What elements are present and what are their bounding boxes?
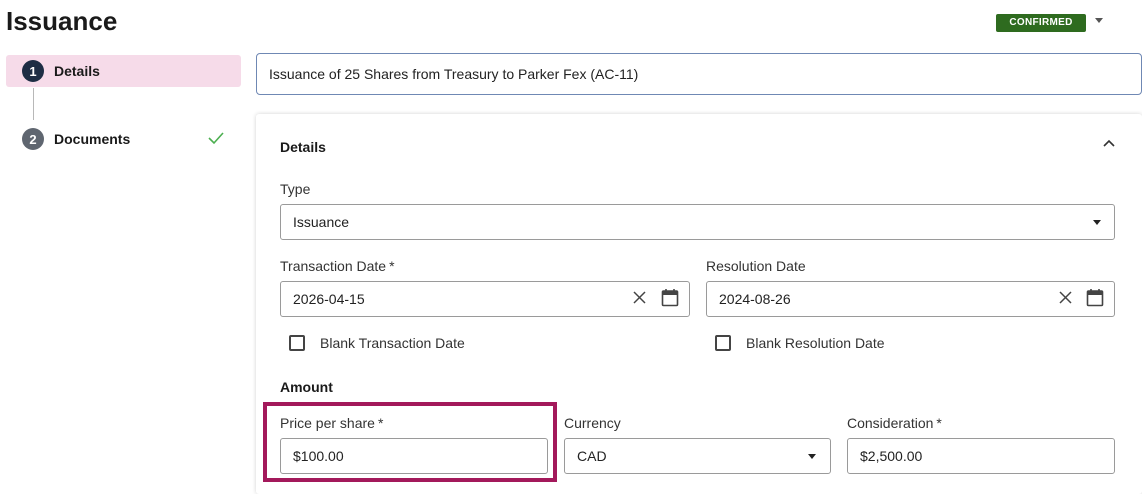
type-label: Type: [280, 181, 311, 197]
step-connector: [33, 88, 34, 120]
type-select[interactable]: Issuance: [280, 204, 1115, 240]
status-dropdown-caret-icon[interactable]: [1095, 18, 1103, 23]
step-number: 1: [22, 60, 44, 82]
price-per-share-field[interactable]: [280, 438, 548, 474]
caret-down-icon: [1093, 220, 1101, 225]
step-number: 2: [22, 128, 44, 150]
consideration-input[interactable]: [860, 448, 1114, 464]
caret-down-icon: [808, 454, 816, 459]
transaction-date-field[interactable]: [280, 281, 690, 317]
step-documents[interactable]: 2 Documents: [6, 123, 241, 155]
resolution-date-label: Resolution Date: [706, 258, 806, 274]
price-per-share-input[interactable]: [293, 448, 547, 464]
step-details[interactable]: 1 Details: [6, 55, 241, 87]
step-label: Details: [54, 63, 100, 79]
blank-resolution-date-label[interactable]: Blank Resolution Date: [746, 335, 885, 351]
check-icon: [208, 132, 224, 145]
page-title: Issuance: [6, 6, 118, 36]
blank-resolution-date-checkbox[interactable]: [715, 335, 731, 351]
step-label: Documents: [54, 131, 131, 147]
chevron-up-icon[interactable]: [1102, 138, 1116, 148]
amount-section-title: Amount: [280, 379, 333, 395]
transaction-date-input[interactable]: [293, 291, 689, 307]
resolution-date-field[interactable]: [706, 281, 1115, 317]
currency-label: Currency: [564, 415, 621, 431]
currency-value: CAD: [577, 448, 607, 464]
status-badge: CONFIRMED: [996, 14, 1086, 32]
transaction-date-label: Transaction Date *: [280, 258, 395, 274]
calendar-icon[interactable]: [661, 288, 679, 307]
price-per-share-label: Price per share *: [280, 415, 384, 431]
consideration-field[interactable]: [847, 438, 1115, 474]
resolution-date-input[interactable]: [719, 291, 1114, 307]
transaction-title-input[interactable]: [256, 53, 1142, 95]
type-value: Issuance: [293, 214, 350, 230]
details-section-title: Details: [280, 139, 326, 155]
clear-icon[interactable]: [1059, 291, 1072, 304]
currency-select[interactable]: CAD: [564, 438, 831, 474]
clear-icon[interactable]: [633, 291, 646, 304]
blank-transaction-date-label[interactable]: Blank Transaction Date: [320, 335, 465, 351]
calendar-icon[interactable]: [1086, 288, 1104, 307]
blank-transaction-date-checkbox[interactable]: [289, 335, 305, 351]
consideration-label: Consideration *: [847, 415, 942, 431]
